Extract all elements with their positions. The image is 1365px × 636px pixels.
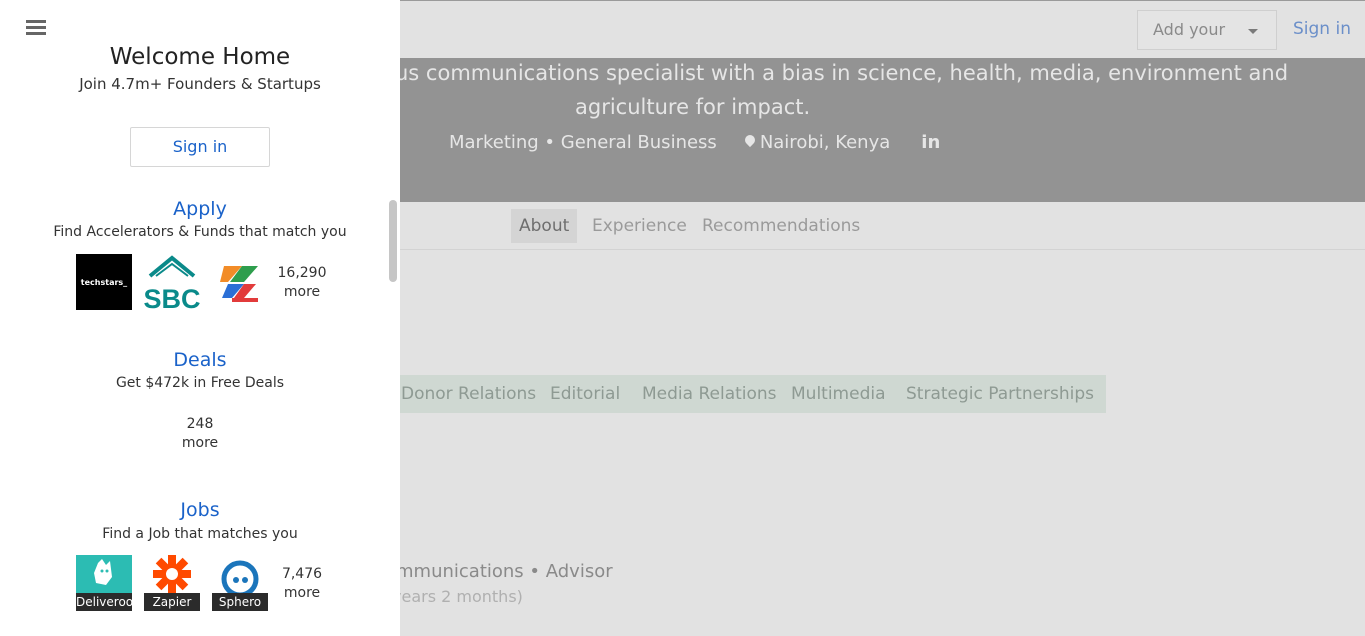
add-your-label: Add your	[1153, 20, 1226, 39]
skill-tag: Editorial	[538, 375, 633, 413]
zapier-asterisk-icon	[153, 555, 191, 593]
chevron-down-icon	[1248, 29, 1258, 34]
apply-more-count[interactable]: 16,290 more	[277, 264, 327, 302]
profile-headline-line1: us communications specialist with a bias…	[395, 61, 1289, 85]
apply-count: 16,290	[277, 265, 327, 281]
deliveroo-logo[interactable]: Deliveroo	[76, 555, 132, 611]
tab-experience[interactable]: Experience	[584, 209, 695, 243]
experience-duration: years 2 months)	[392, 587, 523, 606]
side-drawer: Welcome Home Join 4.7m+ Founders & Start…	[0, 0, 400, 636]
tab-about[interactable]: About	[511, 209, 578, 243]
deals-more-label: more	[181, 435, 219, 451]
jobs-count: 7,476	[281, 566, 323, 582]
techstars-logo-text: techstars_	[80, 277, 128, 287]
techstars-logo[interactable]: techstars_	[76, 254, 132, 310]
skill-tag: Donor Relations	[389, 375, 549, 413]
sbc-logo[interactable]: SBC	[144, 254, 200, 310]
profile-tags: Marketing • General Business	[449, 132, 717, 153]
drawer-title: Welcome Home	[109, 44, 291, 70]
apply-more-label: more	[283, 284, 321, 300]
skill-tag: Strategic Partnerships	[894, 375, 1107, 413]
linkedin-icon[interactable]: in	[921, 132, 940, 153]
skill-tag: Multimedia	[779, 375, 898, 413]
sphero-logo[interactable]: Sphero	[212, 555, 268, 611]
deliveroo-kangaroo-icon	[94, 559, 112, 585]
deals-link[interactable]: Deals	[0, 349, 400, 371]
jobs-description: Find a Job that matches you	[102, 526, 298, 542]
deals-count: 248	[186, 416, 214, 432]
drawer-subtitle: Join 4.7m+ Founders & Startups	[79, 75, 321, 93]
deals-more-count[interactable]: 248 more	[175, 415, 225, 453]
az-logo[interactable]	[212, 254, 268, 310]
apply-description: Find Accelerators & Funds that match you	[53, 224, 347, 240]
skill-tag: Media Relations	[630, 375, 789, 413]
deliveroo-caption: Deliveroo	[76, 593, 132, 611]
experience-title: ommunications • Advisor	[385, 561, 613, 582]
zapier-caption: Zapier	[144, 593, 200, 611]
sphero-robot-icon	[221, 560, 259, 598]
add-your-dropdown[interactable]: Add your	[1137, 10, 1277, 50]
tab-recommendations[interactable]: Recommendations	[694, 209, 868, 243]
zapier-logo[interactable]: Zapier	[144, 555, 200, 611]
hamburger-menu-icon[interactable]	[26, 20, 46, 36]
jobs-more-label: more	[283, 585, 321, 601]
jobs-link[interactable]: Jobs	[0, 499, 400, 521]
profile-location: Nairobi, Kenya	[759, 132, 891, 153]
jobs-more-count[interactable]: 7,476 more	[277, 565, 327, 603]
apply-link[interactable]: Apply	[0, 198, 400, 220]
top-signin-link[interactable]: Sign in	[1293, 19, 1351, 39]
drawer-signin-button[interactable]: Sign in	[130, 127, 270, 167]
profile-headline-line2: agriculture for impact.	[575, 95, 811, 119]
sphero-caption: Sphero	[212, 593, 268, 611]
deals-description: Get $472k in Free Deals	[115, 375, 285, 391]
sbc-logo-text: SBC	[144, 284, 200, 310]
location-pin-icon	[745, 135, 755, 150]
profile-meta: Marketing • General Business Nairobi, Ke…	[449, 132, 940, 153]
